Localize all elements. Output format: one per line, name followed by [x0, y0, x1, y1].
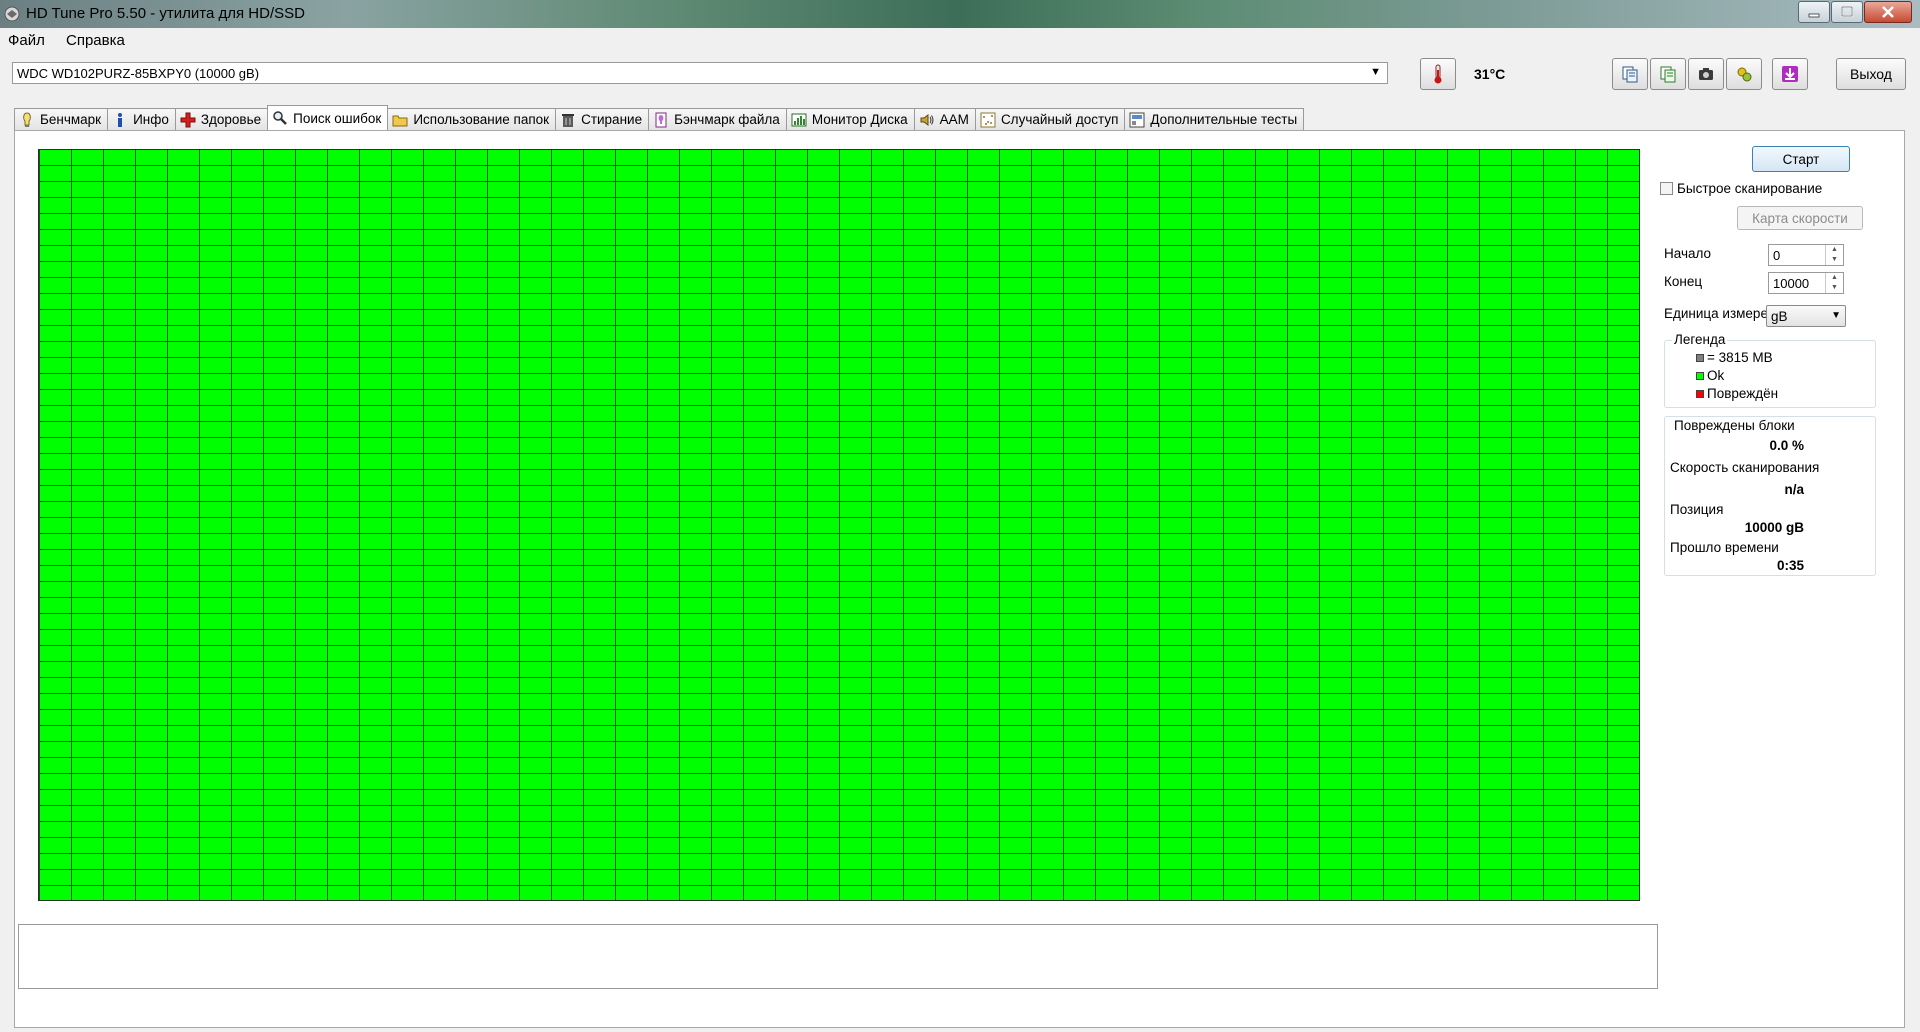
- screenshot-button[interactable]: [1688, 58, 1724, 90]
- log-box: [18, 924, 1658, 989]
- menu-file[interactable]: Файл: [8, 32, 45, 49]
- spinner-arrows-icon[interactable]: ▲ ▼: [1825, 273, 1843, 293]
- legend-block-size: = 3815 MB: [1696, 350, 1773, 365]
- tab-aam[interactable]: AAM: [913, 108, 976, 130]
- close-icon: [1882, 6, 1894, 18]
- elapsed-value: 0:35: [1776, 558, 1804, 573]
- tab-random-access[interactable]: Случайный доступ: [974, 108, 1126, 130]
- legend-title: Легенда: [1672, 332, 1728, 347]
- spinner-arrows-icon[interactable]: ▲ ▼: [1825, 245, 1843, 265]
- thermometer-icon: [1434, 64, 1442, 84]
- app-icon: [4, 6, 20, 22]
- position-value: 10000 gB: [1744, 520, 1804, 535]
- options-button[interactable]: [1726, 58, 1762, 90]
- position-label: Позиция: [1670, 502, 1724, 517]
- drive-select[interactable]: WDC WD102PURZ-85BXPY0 (10000 gB) ▼: [12, 62, 1388, 84]
- exit-button[interactable]: Выход: [1836, 58, 1906, 90]
- minimize-icon: [1808, 13, 1820, 18]
- minimize-button[interactable]: [1798, 1, 1830, 23]
- quick-scan-checkbox[interactable]: Быстрое сканирование: [1660, 181, 1822, 196]
- close-button[interactable]: [1864, 1, 1912, 23]
- start-field-value: 0: [1773, 248, 1781, 263]
- menu-help[interactable]: Справка: [66, 32, 125, 49]
- random-access-icon: [980, 112, 996, 128]
- temperature-value: 31°C: [1474, 66, 1506, 82]
- quick-scan-label: Быстрое сканирование: [1677, 181, 1823, 196]
- title-bar: HD Tune Pro 5.50 - утилита для HD/SSD: [0, 0, 1920, 28]
- folder-icon: [392, 112, 408, 128]
- tab-info[interactable]: Инфо: [107, 108, 176, 130]
- extra-tests-icon: [1129, 112, 1145, 128]
- gauge-icon: [19, 111, 35, 128]
- block-map-grid: [38, 149, 1640, 901]
- maximize-button[interactable]: [1831, 1, 1863, 23]
- info-icon: [112, 112, 128, 128]
- magnifier-icon: [272, 110, 288, 126]
- tab-health[interactable]: Здоровье: [174, 108, 269, 130]
- tab-bar: Бенчмарк Инфо Здоровье Поиск ошибок Испо…: [14, 105, 1305, 131]
- tab-file-benchmark[interactable]: Бэнчмарк файла: [648, 108, 787, 130]
- copy-all-button[interactable]: [1650, 58, 1686, 90]
- trash-icon: [560, 112, 576, 128]
- gray-swatch-icon: [1696, 353, 1704, 362]
- unit-select-value: gB: [1771, 309, 1788, 324]
- end-field-label: Конец: [1664, 274, 1703, 289]
- copy-text-button[interactable]: [1612, 58, 1648, 90]
- chevron-down-icon: ▼: [1370, 66, 1381, 78]
- copy-document-icon: [1622, 66, 1638, 83]
- speed-map-button[interactable]: Карта скорости: [1737, 206, 1863, 230]
- damaged-blocks-value: 0.0 %: [1769, 438, 1804, 453]
- tab-error-scan[interactable]: Поиск ошибок: [267, 105, 389, 130]
- menu-bar: Файл Справка: [0, 28, 1920, 52]
- start-button[interactable]: Старт: [1752, 146, 1850, 172]
- save-button[interactable]: [1772, 58, 1808, 90]
- window-title: HD Tune Pro 5.50 - утилита для HD/SSD: [26, 5, 305, 22]
- green-swatch-icon: [1696, 371, 1704, 380]
- checkbox-box[interactable]: [1660, 182, 1673, 195]
- end-field[interactable]: 10000 ▲ ▼: [1768, 272, 1844, 294]
- tab-extra-tests[interactable]: Дополнительные тесты: [1124, 108, 1305, 130]
- legend-damaged: Повреждён: [1696, 386, 1778, 401]
- elapsed-label: Прошло времени: [1670, 540, 1779, 555]
- scan-speed-label: Скорость сканирования: [1670, 460, 1820, 475]
- tab-folder-usage[interactable]: Использование папок: [387, 108, 557, 130]
- red-swatch-icon: [1696, 389, 1704, 398]
- maximize-icon: [1841, 6, 1853, 17]
- scan-speed-value: n/a: [1784, 482, 1804, 497]
- temperature-button[interactable]: [1420, 58, 1456, 90]
- end-field-value: 10000: [1773, 276, 1810, 291]
- tab-benchmark[interactable]: Бенчмарк: [14, 108, 109, 130]
- options-icon: [1737, 67, 1752, 82]
- tab-disk-monitor[interactable]: Монитор Диска: [785, 108, 915, 130]
- window-controls: [1797, 1, 1912, 23]
- copy-all-icon: [1660, 66, 1676, 83]
- disk-monitor-icon: [791, 112, 807, 128]
- legend-ok: Ok: [1696, 368, 1724, 383]
- tab-erase[interactable]: Стирание: [555, 108, 650, 130]
- download-arrow-icon: [1782, 66, 1798, 82]
- camera-icon: [1699, 68, 1713, 80]
- drive-select-value: WDC WD102PURZ-85BXPY0 (10000 gB): [17, 66, 260, 81]
- chevron-down-icon: ▼: [1831, 310, 1841, 321]
- health-cross-icon: [180, 112, 196, 128]
- speaker-icon: [919, 112, 935, 128]
- file-benchmark-icon: [653, 112, 669, 128]
- start-field-label: Начало: [1664, 246, 1712, 261]
- start-field[interactable]: 0 ▲ ▼: [1768, 244, 1844, 266]
- unit-select[interactable]: gB ▼: [1766, 305, 1846, 327]
- damaged-blocks-label: Повреждены блоки: [1674, 418, 1795, 433]
